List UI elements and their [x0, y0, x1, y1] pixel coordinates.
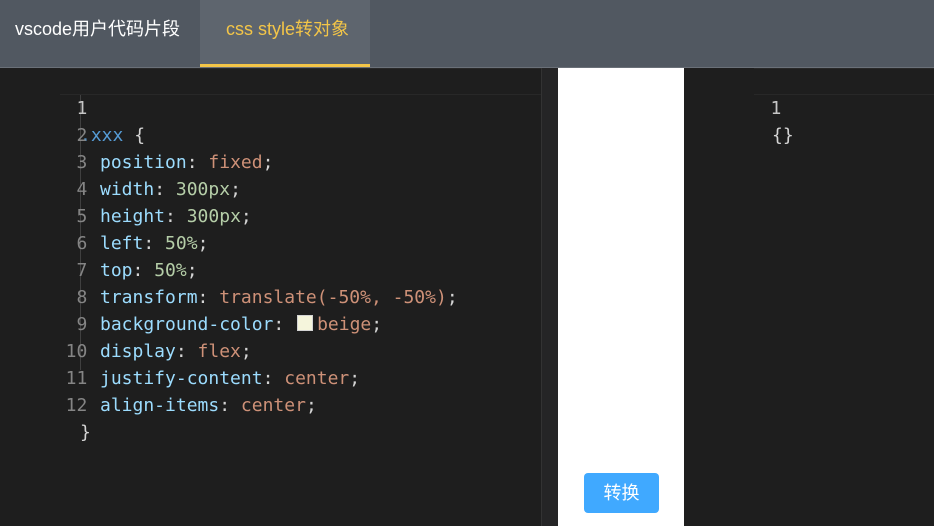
object-output-editor[interactable]: 1 {} [684, 68, 934, 526]
line-number: 12 [65, 395, 88, 416]
code-line: 3 width: 300px; [0, 122, 558, 200]
code-line: 1 .xxx { [0, 68, 558, 146]
css-value: center [240, 395, 306, 416]
action-panel: 转换 [558, 68, 684, 526]
code-line: 7 transform: translate(-50%, -50%); [0, 230, 558, 308]
output-code: {} [772, 125, 794, 146]
code-line: 10 justify-content: center; [0, 311, 558, 389]
css-property: align-items [100, 395, 220, 416]
vertical-scrollbar[interactable] [542, 68, 558, 526]
code-line: 9 display: flex; [0, 284, 558, 362]
code-line: 2 position: fixed; [0, 95, 558, 173]
code-line: 1 {} [684, 68, 934, 146]
code-line: 4 height: 300px; [0, 149, 558, 227]
code-line: 8 background-color: beige; [0, 257, 558, 335]
code-line: 12 } [0, 365, 558, 443]
code-line: 11 align-items: center; [0, 338, 558, 416]
code-line: 5 left: 50%; [0, 176, 558, 254]
tab-vscode-snippets[interactable]: vscode用户代码片段 [0, 0, 200, 67]
code-line: 6 top: 50%; [0, 203, 558, 281]
tab-bar: vscode用户代码片段 css style转对象 [0, 0, 934, 68]
convert-button[interactable]: 转换 [584, 473, 659, 513]
tab-css-style-to-object[interactable]: css style转对象 [200, 0, 370, 67]
line-number: 1 [770, 98, 782, 119]
css-input-editor[interactable]: 1 .xxx { 2 position: fixed; 3 width: 300… [0, 68, 558, 526]
close-brace: } [80, 422, 91, 443]
